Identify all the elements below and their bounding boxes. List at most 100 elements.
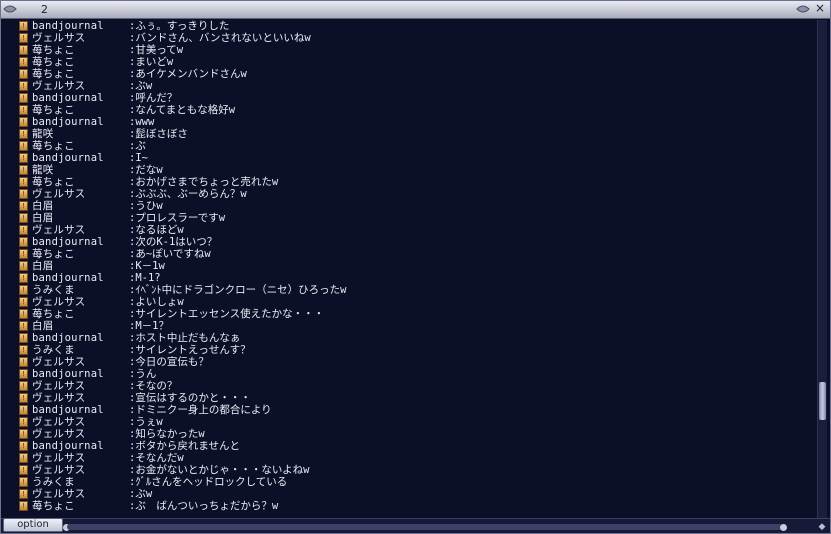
chat-sender-name: bandjournal xyxy=(32,152,104,164)
job-icon: ! xyxy=(19,297,28,307)
chat-message: :ボタから戻れませんと xyxy=(129,440,241,452)
chat-message: :お金がないとかじゃ・・・ないよねw xyxy=(129,464,310,476)
chat-message: :そなの？ xyxy=(129,380,178,392)
chat-line: ! 苺ちょこ:あイケメンバンドさんw xyxy=(10,68,810,80)
job-icon: ! xyxy=(19,105,28,115)
chat-sender-name: 龍咲 xyxy=(32,128,54,140)
chat-line: ! bandjournal:I~ xyxy=(10,152,810,164)
chat-message: :プロレスラーですw xyxy=(129,212,226,224)
chat-message: :なるほどw xyxy=(129,224,184,236)
chat-sender-name: 白眉 xyxy=(32,260,54,272)
chat-message: :バンドさん、バンされないといいねw xyxy=(129,32,311,44)
chat-message: :まいどw xyxy=(129,56,174,68)
job-icon: ! xyxy=(19,273,28,283)
ornament-icon xyxy=(796,5,810,13)
chat-line: ! ヴェルサス:宣伝はするのかと・・・ xyxy=(10,392,810,404)
chat-message: :今日の宣伝も？ xyxy=(129,356,209,368)
chat-line: ! ヴェルサス:なるほどw xyxy=(10,224,810,236)
chat-message: :ホスト中止だもんなぁ xyxy=(129,332,241,344)
chat-sender-name: うみくま xyxy=(32,476,75,488)
chat-sender-name: bandjournal xyxy=(32,116,104,128)
scroll-cap-right-icon xyxy=(780,524,787,531)
chat-line: ! ヴェルサス:そなんだw xyxy=(10,452,810,464)
chat-message: :ぶ xyxy=(129,140,146,152)
job-icon: ! xyxy=(19,237,28,247)
chat-line: ! うみくま:ｲﾍﾞﾝﾄ中にドラゴンクロー（ニセ）ひろったw xyxy=(10,284,810,296)
chat-message: :髭ぼさぼさ xyxy=(129,128,188,140)
chat-message: :宣伝はするのかと・・・ xyxy=(129,392,251,404)
job-icon: ! xyxy=(19,57,28,67)
chat-sender-name: 苺ちょこ xyxy=(32,176,75,188)
chat-sender-name: 龍咲 xyxy=(32,164,54,176)
job-icon: ! xyxy=(19,357,28,367)
option-button[interactable]: option xyxy=(3,518,63,532)
job-icon: ! xyxy=(19,141,28,151)
job-icon: ! xyxy=(19,129,28,139)
chat-sender-name: ヴェルサス xyxy=(32,452,86,464)
chat-line: ! bandjournal:うん xyxy=(10,368,810,380)
chat-line: ! ヴェルサス:ぶw xyxy=(10,80,810,92)
job-icon: ! xyxy=(19,405,28,415)
chat-message: :サイレントエッセンス使えたかな・・・ xyxy=(129,308,325,320)
close-button[interactable]: × xyxy=(813,2,827,16)
chat-message: :だなw xyxy=(129,164,163,176)
vertical-scrollbar[interactable] xyxy=(817,20,827,520)
chat-log[interactable]: ! bandjournal:ふぅ。すっきりした! ヴェルサス:バンドさん、バンされな… xyxy=(10,20,810,518)
chat-sender-name: bandjournal xyxy=(32,272,104,284)
job-icon: ! xyxy=(19,429,28,439)
chat-line: ! bandjournal:M-1? xyxy=(10,272,810,284)
chat-message: :そなんだw xyxy=(129,452,184,464)
chat-sender-name: ヴェルサス xyxy=(32,224,86,236)
job-icon: ! xyxy=(19,177,28,187)
job-icon: ! xyxy=(19,45,28,55)
chat-sender-name: 苺ちょこ xyxy=(32,56,75,68)
ornament-icon xyxy=(3,5,17,13)
chat-line: ! bandjournal:ふぅ。すっきりした xyxy=(10,20,810,32)
chat-line: ! ヴェルサス:今日の宣伝も？ xyxy=(10,356,810,368)
job-icon: ! xyxy=(19,285,28,295)
window-title: 2 xyxy=(41,3,48,16)
scrollbar-thumb[interactable] xyxy=(819,382,826,420)
chat-sender-name: 苺ちょこ xyxy=(32,44,75,56)
chat-sender-name: ヴェルサス xyxy=(32,428,86,440)
chat-message: :ぶぶぶ、ぶーめらん？w xyxy=(129,188,247,200)
chat-message: :ふぅ。すっきりした xyxy=(129,20,230,32)
chat-sender-name: bandjournal xyxy=(32,92,104,104)
job-icon: ! xyxy=(19,501,28,511)
chat-sender-name: ヴェルサス xyxy=(32,464,86,476)
chat-line: ! 白眉:M－1？ xyxy=(10,320,810,332)
chat-line: ! うみくま:サイレントえっせんす？ xyxy=(10,344,810,356)
chat-message: :次のK-1はいつ？ xyxy=(129,236,218,248)
chat-sender-name: 白眉 xyxy=(32,212,54,224)
chat-line: ! うみくま :ｸﾞﾙさんをヘッドロックしている xyxy=(10,476,810,488)
chat-message: :うひw xyxy=(129,200,163,212)
chat-sender-name: うみくま xyxy=(32,284,75,296)
job-icon: ! xyxy=(19,165,28,175)
chat-line: ! 苺ちょこ:甘美ってw xyxy=(10,44,810,56)
chat-message: :ぶw xyxy=(129,488,153,500)
job-icon: ! xyxy=(19,321,28,331)
horizontal-scrollbar[interactable] xyxy=(67,524,783,530)
chat-sender-name: ヴェルサス xyxy=(32,380,86,392)
chat-sender-name: 白眉 xyxy=(32,200,54,212)
chat-message: :おかげさまでちょっと売れたw xyxy=(129,176,279,188)
job-icon: ! xyxy=(19,465,28,475)
chat-message: :ぶ ばんついっちょだから？w xyxy=(129,500,279,512)
chat-sender-name: bandjournal xyxy=(32,440,104,452)
chat-sender-name: bandjournal xyxy=(32,332,104,344)
job-icon: ! xyxy=(19,393,28,403)
job-icon: ! xyxy=(19,477,28,487)
chat-line: ! bandjournal:www xyxy=(10,116,810,128)
resize-corner-icon[interactable]: ◆ xyxy=(817,522,827,532)
chat-line: ! 龍咲 :髭ぼさぼさ xyxy=(10,128,810,140)
chat-line: ! ヴェルサス:ぶw xyxy=(10,488,810,500)
chat-line: ! bandjournal:次のK-1はいつ？ xyxy=(10,236,810,248)
chat-message: :あ~ぽいですねw xyxy=(129,248,211,260)
window-titlebar[interactable]: 2 × xyxy=(1,1,830,19)
chat-message: :ｸﾞﾙさんをヘッドロックしている xyxy=(129,476,288,488)
chat-line: ! 白眉:K－1w xyxy=(10,260,810,272)
close-icon: × xyxy=(814,1,826,15)
chat-line: ! 苺ちょこ:なんてまともな格好w xyxy=(10,104,810,116)
job-icon: ! xyxy=(19,81,28,91)
chat-line: ! bandjournal:ボタから戻れませんと xyxy=(10,440,810,452)
